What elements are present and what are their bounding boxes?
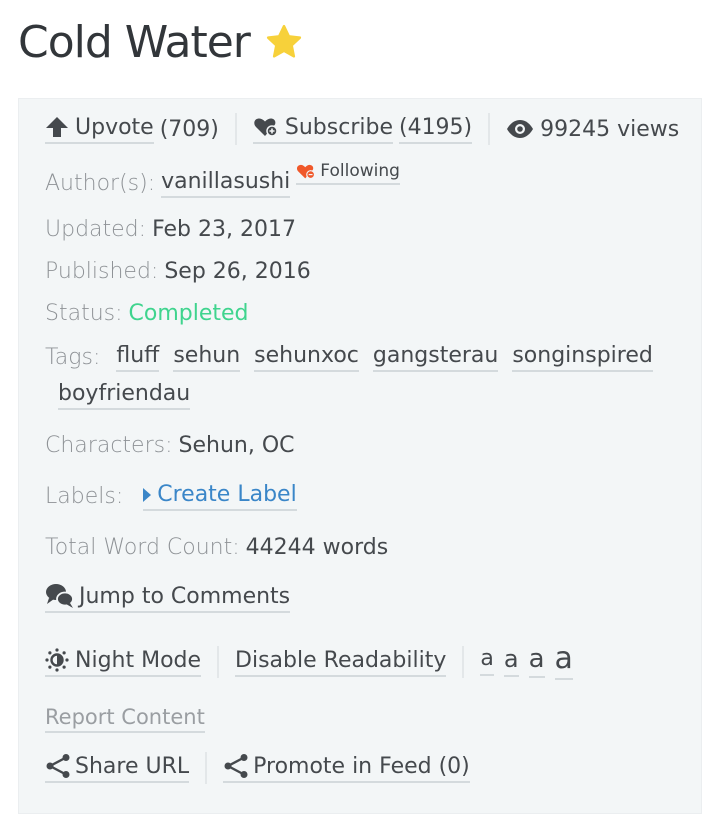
subscribe-button[interactable]: Subscribe	[252, 114, 393, 144]
font-size-xlarge-button[interactable]: a	[554, 644, 573, 680]
labels-label: Labels:	[45, 484, 124, 509]
upvote-label: Upvote	[75, 114, 154, 140]
divider	[234, 113, 237, 145]
share-url-label: Share URL	[75, 753, 190, 779]
report-row: Report Content	[45, 705, 205, 733]
divider	[488, 113, 491, 145]
create-label-text: Create Label	[157, 482, 297, 507]
heart-plus-icon	[254, 118, 278, 137]
sun-icon	[45, 648, 69, 672]
share-icon	[224, 754, 248, 778]
status-row: Status: Completed	[45, 301, 249, 326]
characters-row: Characters: Sehun, OC	[45, 433, 295, 458]
updated-value: Feb 23, 2017	[152, 217, 296, 242]
font-size-medium-button[interactable]: a	[503, 647, 519, 677]
star-icon	[266, 24, 301, 58]
promote-in-feed-button[interactable]: Promote in Feed (0)	[223, 753, 470, 783]
upvote-count: (709)	[159, 116, 219, 142]
following-label: Following	[320, 161, 400, 181]
tags-row: Tags: fluff sehun sehunxoc gangsterau so…	[45, 343, 667, 372]
tag-link[interactable]: songinspired	[512, 343, 653, 372]
disable-readability-button[interactable]: Disable Readability	[235, 648, 447, 677]
views-count: 99245 views	[540, 116, 680, 142]
author-link[interactable]: vanillasushi	[161, 169, 291, 198]
share-row: Share URL Promote in Feed (0)	[45, 752, 470, 784]
comments-icon	[46, 584, 74, 608]
caret-right-icon	[143, 487, 152, 502]
promote-in-feed-label: Promote in Feed (0)	[253, 753, 470, 779]
status-value: Completed	[128, 301, 249, 326]
share-url-button[interactable]: Share URL	[45, 753, 190, 783]
updated-label: Updated:	[45, 217, 147, 242]
divider	[205, 752, 208, 784]
tags-row-2: boyfriendau	[58, 381, 204, 410]
story-title: Cold Water	[18, 16, 251, 68]
tag-link[interactable]: sehun	[173, 343, 241, 372]
create-label-button[interactable]: Create Label	[143, 482, 297, 511]
subscribe-count[interactable]: (4195)	[398, 115, 473, 144]
divider	[462, 646, 465, 678]
status-label: Status:	[45, 301, 123, 326]
tag-link[interactable]: boyfriendau	[58, 381, 191, 410]
tag-link[interactable]: fluff	[116, 343, 160, 372]
stats-row: Upvote (709) Subscribe (4195) 99245 view…	[45, 113, 679, 145]
characters-label: Characters:	[45, 433, 173, 458]
report-content-button[interactable]: Report Content	[45, 705, 205, 733]
font-size-large-button[interactable]: a	[528, 646, 545, 678]
published-row: Published: Sep 26, 2016	[45, 259, 311, 284]
divider	[217, 646, 220, 678]
title-row: Cold Water	[18, 12, 304, 72]
heart-following-icon	[297, 164, 316, 179]
word-count-label: Total Word Count:	[45, 535, 240, 560]
night-mode-label: Night Mode	[75, 647, 202, 673]
story-info-panel: Upvote (709) Subscribe (4195) 99245 view…	[18, 98, 702, 814]
arrow-up-icon	[46, 117, 68, 137]
published-value: Sep 26, 2016	[164, 259, 311, 284]
comments-row: Jump to Comments	[45, 583, 291, 613]
jump-to-comments-button[interactable]: Jump to Comments	[45, 583, 291, 613]
upvote-button[interactable]: Upvote	[45, 115, 154, 144]
jump-to-comments-label: Jump to Comments	[79, 583, 291, 609]
labels-row: Labels: Create Label	[45, 482, 297, 511]
word-count-value: 44244 words	[245, 535, 389, 560]
subscribe-label: Subscribe	[284, 114, 393, 140]
tag-link[interactable]: gangsterau	[372, 343, 499, 372]
published-label: Published:	[45, 259, 159, 284]
characters-value: Sehun, OC	[178, 433, 295, 458]
updated-row: Updated: Feb 23, 2017	[45, 217, 296, 242]
author-row: Author(s): vanillasushi Following	[45, 161, 400, 198]
tags-label: Tags:	[45, 345, 101, 370]
eye-icon	[507, 120, 534, 138]
night-mode-button[interactable]: Night Mode	[45, 647, 202, 677]
word-count-row: Total Word Count: 44244 words	[45, 535, 388, 560]
tag-link[interactable]: sehunxoc	[254, 343, 359, 372]
author-label: Author(s):	[45, 171, 156, 196]
share-icon	[46, 754, 70, 778]
following-button[interactable]: Following	[296, 161, 400, 185]
font-size-small-button[interactable]: a	[480, 648, 494, 676]
display-options-row: Night Mode Disable Readability a a a a	[45, 644, 579, 680]
